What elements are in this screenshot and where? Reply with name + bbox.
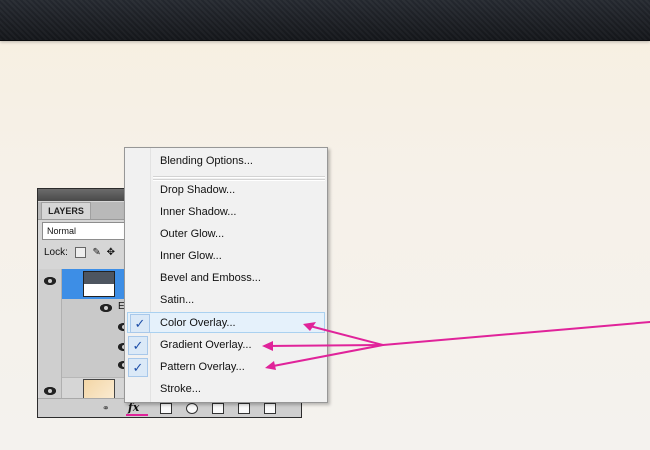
- annotation-arrows: [262, 321, 650, 370]
- annotation-arrow-line: [267, 344, 384, 368]
- arrowhead-icon: [265, 361, 276, 370]
- arrowhead-icon: [262, 341, 273, 351]
- annotation-arrow-line: [305, 324, 384, 346]
- annotation-arrow-line: [264, 344, 384, 347]
- annotation-arrow-line: [382, 321, 650, 346]
